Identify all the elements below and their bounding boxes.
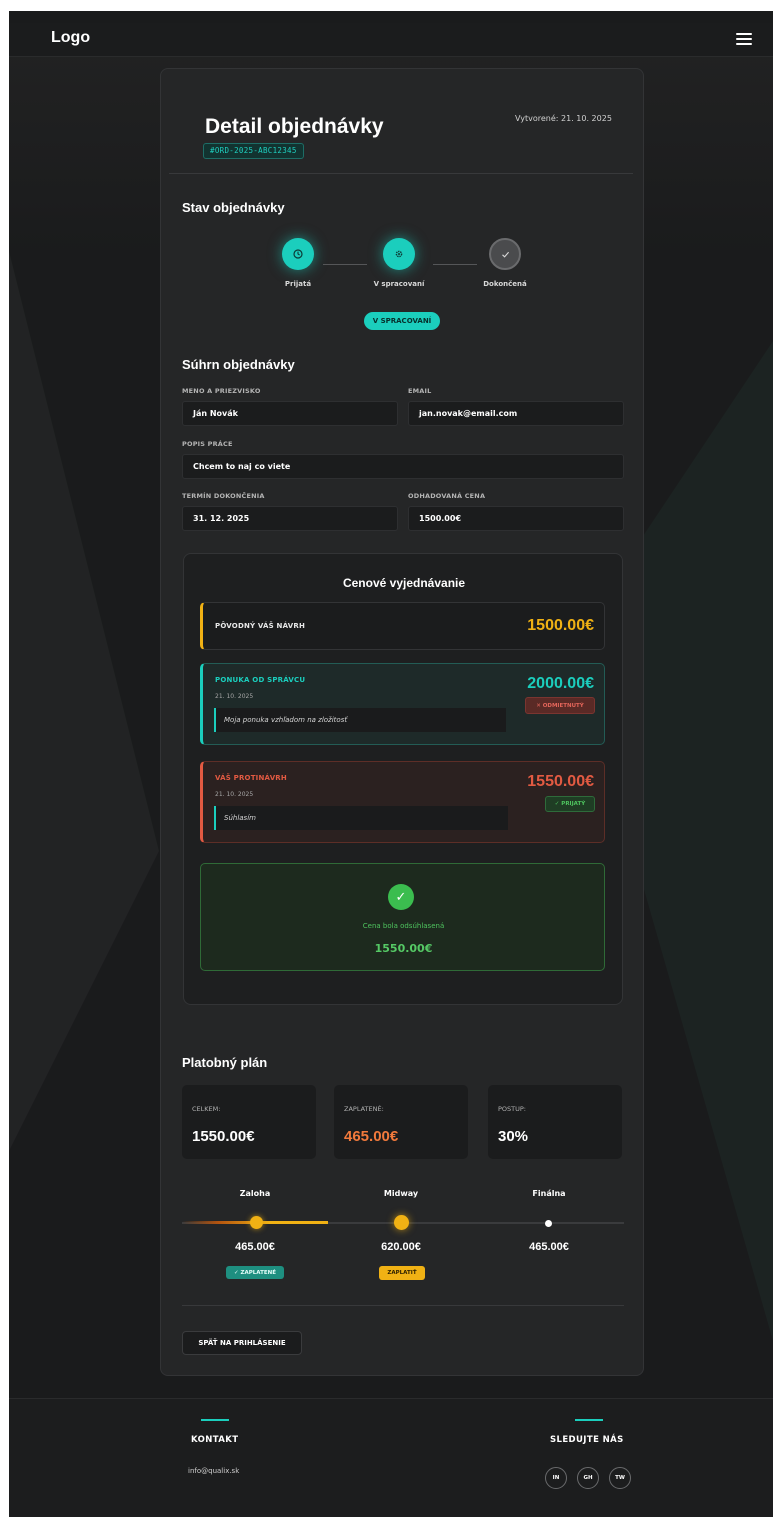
milestone-amount-final: 465.00€ <box>529 1241 569 1253</box>
follow-heading: SLEDUJTE NÁS <box>550 1435 624 1445</box>
admin-offer-label: PONUKA OD SPRÁVCU <box>215 676 306 684</box>
paid-badge: ✓ ZAPLATENÉ <box>226 1266 284 1279</box>
back-to-login-button[interactable]: SPÄŤ NA PRIHLÁSENIE <box>182 1331 302 1355</box>
rejected-badge: ✕ ODMIETNUTÝ <box>525 697 595 714</box>
milestone-title-deposit: Zaloha <box>239 1189 271 1198</box>
milestone-dot-final <box>545 1220 552 1227</box>
payment-plan-heading: Platobný plán <box>182 1055 268 1070</box>
price-agreed-box: ✓ Cena bola odsúhlasená 1550.00€ <box>200 863 605 971</box>
twitter-icon[interactable]: TW <box>609 1467 631 1489</box>
paid-label: ZAPLATENÉ: <box>344 1105 384 1113</box>
email-field[interactable]: jan.novak@email.com <box>408 401 624 426</box>
counter-offer-amount: 1550.00€ <box>527 773 594 790</box>
price-agreed-text: Cena bola odsúhlasená <box>362 922 445 930</box>
gear-icon <box>395 250 403 258</box>
original-proposal-amount: 1500.00€ <box>527 617 594 634</box>
step-connector <box>323 264 367 265</box>
counter-offer: VÁŠ PROTINÁVRH 21. 10. 2025 Súhlasím 155… <box>200 761 605 843</box>
estimated-price-label: ODHADOVANÁ CENA <box>408 492 486 500</box>
progress-label: POSTUP: <box>498 1105 526 1113</box>
app-frame: Logo Detail objednávky #ORD-2025-ABC1234… <box>9 11 773 1517</box>
deadline-label: TERMÍN DOKONČENIA <box>182 492 265 500</box>
background-shape-left <box>9 251 159 1151</box>
step-processing-circle <box>383 238 415 270</box>
description-field[interactable]: Chcem to naj co viete <box>182 454 624 479</box>
pay-button[interactable]: ZAPLATIŤ <box>379 1266 425 1280</box>
milestone-title-final: Finálna <box>532 1189 566 1198</box>
admin-offer-amount: 2000.00€ <box>527 675 594 692</box>
admin-offer-note: Moja ponuka vzhľadom na zložitosť <box>214 708 506 732</box>
total-label: CELKEM: <box>192 1105 221 1113</box>
hamburger-menu-icon[interactable] <box>736 33 752 47</box>
instagram-icon[interactable]: IN <box>545 1467 567 1489</box>
deadline-field[interactable]: 31. 12. 2025 <box>182 506 398 531</box>
price-negotiation-panel: Cenové vyjednávanie PÔVODNÝ VÁŠ NÁVRH 15… <box>183 553 623 1005</box>
footer-accent-line <box>201 1419 229 1421</box>
step-received-circle <box>282 238 314 270</box>
order-code-badge: #ORD-2025-ABC12345 <box>203 143 304 159</box>
check-icon <box>501 251 509 258</box>
counter-offer-label: VÁŠ PROTINÁVRH <box>215 774 287 782</box>
order-detail-card: Detail objednávky #ORD-2025-ABC12345 Vyt… <box>160 68 644 1376</box>
step-label-processing: V spracovaní <box>373 280 425 288</box>
milestone-amount-midway: 620.00€ <box>381 1241 421 1253</box>
github-icon[interactable]: GH <box>577 1467 599 1489</box>
navbar: Logo <box>9 23 773 57</box>
original-proposal: PÔVODNÝ VÁŠ NÁVRH 1500.00€ <box>200 602 605 650</box>
original-proposal-label: PÔVODNÝ VÁŠ NÁVRH <box>215 622 306 630</box>
estimated-price-field[interactable]: 1500.00€ <box>408 506 624 531</box>
logo[interactable]: Logo <box>51 29 90 47</box>
paid-value: 465.00€ <box>344 1128 399 1145</box>
accepted-badge: ✓ PRIJATÝ <box>545 796 595 812</box>
total-stat: CELKEM: 1550.00€ <box>182 1085 316 1159</box>
header-divider <box>169 173 633 174</box>
price-agreed-amount: 1550.00€ <box>374 942 433 955</box>
name-field[interactable]: Ján Novák <box>182 401 398 426</box>
progress-stat: POSTUP: 30% <box>488 1085 622 1159</box>
admin-offer: PONUKA OD SPRÁVCU 21. 10. 2025 Moja ponu… <box>200 663 605 745</box>
counter-offer-date: 21. 10. 2025 <box>215 791 254 798</box>
admin-offer-date: 21. 10. 2025 <box>215 693 254 700</box>
email-label: EMAIL <box>408 387 432 395</box>
total-value: 1550.00€ <box>192 1128 255 1145</box>
page-title: Detail objednávky <box>205 115 384 138</box>
check-circle-icon: ✓ <box>388 884 414 910</box>
step-connector <box>433 264 477 265</box>
status-heading: Stav objednávky <box>182 200 285 215</box>
contact-heading: KONTAKT <box>191 1435 239 1445</box>
status-badge: V SPRACOVANÍ <box>364 312 440 330</box>
milestone-dot-midway <box>394 1215 409 1230</box>
summary-heading: Súhrn objednávky <box>182 357 295 372</box>
created-date: Vytvorené: 21. 10. 2025 <box>515 114 612 123</box>
milestone-amount-deposit: 465.00€ <box>235 1241 275 1253</box>
paid-stat: ZAPLATENÉ: 465.00€ <box>334 1085 468 1159</box>
actions-divider <box>182 1305 624 1306</box>
description-label: POPIS PRÁCE <box>182 440 233 448</box>
name-label: MENO A PRIEZVISKO <box>182 387 261 395</box>
footer-accent-line <box>575 1419 603 1421</box>
negotiation-heading: Cenové vyjednávanie <box>342 576 466 590</box>
footer: KONTAKT info@qualix.sk SLEDUJTE NÁS IN G… <box>9 1398 773 1517</box>
milestone-dot-deposit <box>250 1216 263 1229</box>
clock-icon <box>293 249 303 259</box>
progress-value: 30% <box>498 1128 529 1145</box>
milestone-title-midway: Midway <box>383 1189 419 1198</box>
contact-email-link[interactable]: info@qualix.sk <box>188 1467 239 1475</box>
counter-offer-note: Súhlasím <box>214 806 508 830</box>
step-label-received: Prijatá <box>284 280 312 288</box>
step-completed-circle <box>489 238 521 270</box>
step-label-completed: Dokončená <box>483 280 527 288</box>
